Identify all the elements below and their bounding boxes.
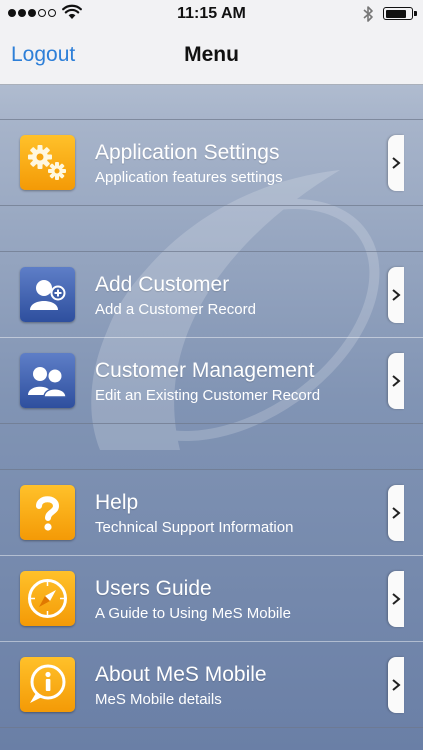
status-time: 11:15 AM [177, 5, 246, 22]
menu-section-support: Help Technical Support Information Users… [0, 469, 423, 728]
menu-item-subtitle: Add a Customer Record [95, 301, 256, 318]
chevron-right-icon[interactable] [388, 267, 404, 323]
users-icon [20, 353, 75, 408]
add-user-icon [20, 267, 75, 322]
menu-item-subtitle: Application features settings [95, 169, 283, 186]
bluetooth-icon [363, 6, 373, 22]
menu-item-help[interactable]: Help Technical Support Information [0, 470, 423, 555]
compass-icon [20, 571, 75, 626]
menu-item-subtitle: MeS Mobile details [95, 691, 222, 708]
menu-item-title: Users Guide [95, 577, 212, 600]
chevron-right-icon[interactable] [388, 571, 404, 627]
menu-item-title: Application Settings [95, 141, 280, 164]
navigation-bar: Logout Menu [0, 28, 423, 85]
menu-item-application-settings[interactable]: Application Settings Application feature… [0, 120, 423, 205]
menu-item-about[interactable]: About MeS Mobile MeS Mobile details [0, 641, 423, 727]
menu-item-title: Customer Management [95, 359, 315, 382]
battery-level [385, 9, 406, 18]
menu-section-settings: Application Settings Application feature… [0, 119, 423, 206]
menu-item-users-guide[interactable]: Users Guide A Guide to Using MeS Mobile [0, 555, 423, 641]
menu-item-subtitle: Edit an Existing Customer Record [95, 387, 321, 404]
menu-item-title: Add Customer [95, 273, 230, 296]
menu-section-customers: Add Customer Add a Customer Record Custo… [0, 251, 423, 424]
status-bar: 11:15 AM [0, 0, 423, 28]
chevron-right-icon[interactable] [388, 353, 404, 409]
menu-item-title: Help [95, 491, 139, 514]
menu-item-subtitle: Technical Support Information [95, 519, 294, 536]
chevron-right-icon[interactable] [388, 135, 404, 191]
menu-item-add-customer[interactable]: Add Customer Add a Customer Record [0, 252, 423, 337]
battery-icon [383, 7, 417, 20]
info-bubble-icon [20, 657, 75, 712]
menu-item-subtitle: A Guide to Using MeS Mobile [95, 605, 291, 622]
menu-item-customer-management[interactable]: Customer Management Edit an Existing Cus… [0, 337, 423, 423]
question-icon [20, 485, 75, 540]
chevron-right-icon[interactable] [388, 485, 404, 541]
chevron-right-icon[interactable] [388, 657, 404, 713]
gears-icon [20, 135, 75, 190]
page-title: Menu [184, 43, 239, 66]
menu-item-title: About MeS Mobile [95, 663, 267, 686]
